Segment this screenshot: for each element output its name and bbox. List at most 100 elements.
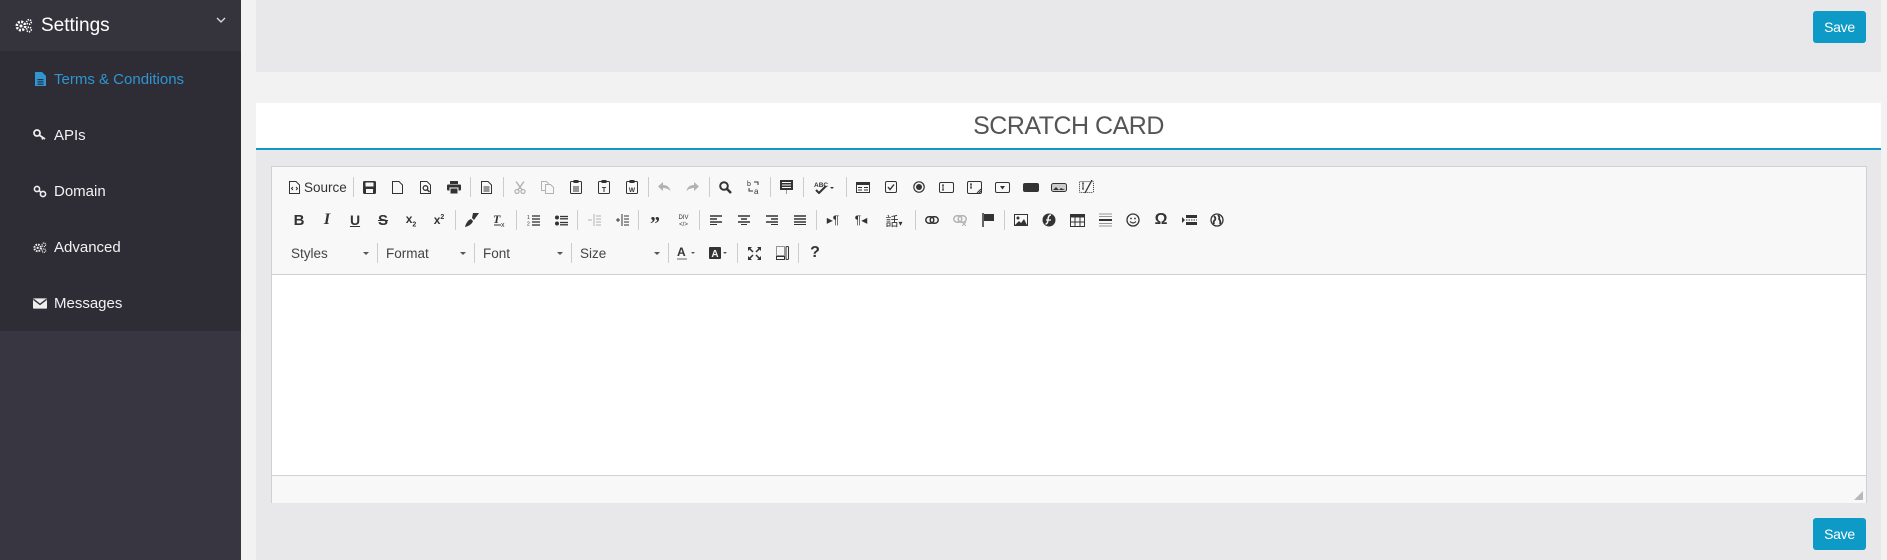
font-combo[interactable]: Font xyxy=(477,240,569,266)
superscript-button[interactable]: x2 xyxy=(425,207,453,233)
undo-button[interactable] xyxy=(651,174,679,200)
align-center-button[interactable] xyxy=(730,207,758,233)
underline-button[interactable]: U xyxy=(341,207,369,233)
textarea-button[interactable] xyxy=(961,174,989,200)
create-div-button[interactable]: DIV </> xyxy=(669,207,697,233)
unlink-button[interactable] xyxy=(946,207,974,233)
save-button-bottom[interactable]: Save xyxy=(1813,518,1866,550)
textfield-button[interactable] xyxy=(933,174,961,200)
blockquote-button[interactable]: ” xyxy=(641,207,669,234)
sidebar-header-title: Settings xyxy=(41,14,110,36)
templates-button[interactable] xyxy=(473,174,501,200)
paste-word-button[interactable]: W xyxy=(618,174,646,200)
page-break-icon xyxy=(1181,215,1197,225)
redo-button[interactable] xyxy=(679,174,707,200)
save-doc-button[interactable] xyxy=(356,174,384,200)
sidebar-item-label: APIs xyxy=(54,126,86,144)
print-button[interactable] xyxy=(440,174,468,200)
iframe-button[interactable] xyxy=(1203,207,1231,233)
background-color-dropdown[interactable]: A xyxy=(703,240,735,266)
italic-button[interactable]: I xyxy=(313,207,341,233)
toolbar-separator xyxy=(516,210,517,230)
horizontal-line-button[interactable] xyxy=(1091,207,1119,233)
image-button[interactable] xyxy=(1007,207,1035,233)
sidebar-item-messages[interactable]: Messages xyxy=(33,291,122,315)
sidebar-item-apis[interactable]: APIs xyxy=(33,123,86,147)
align-right-button[interactable] xyxy=(758,207,786,233)
strikethrough-button[interactable]: S xyxy=(369,207,397,233)
sidebar-item-domain[interactable]: Domain xyxy=(33,179,106,203)
link-button[interactable] xyxy=(918,207,946,233)
remove-format-button[interactable]: Tx xyxy=(486,207,514,233)
size-combo[interactable]: Size xyxy=(574,240,666,266)
sidebar-header-settings[interactable]: Settings xyxy=(0,0,241,51)
image-icon xyxy=(1014,214,1028,226)
rtl-button[interactable]: ¶◂ xyxy=(847,207,875,233)
increase-indent-button[interactable] xyxy=(608,207,636,233)
outdent-icon xyxy=(587,214,601,226)
replace-button[interactable]: ba xyxy=(740,174,768,200)
checkbox-button[interactable] xyxy=(877,174,905,200)
align-left-button[interactable] xyxy=(702,207,730,233)
editor-content-area[interactable] xyxy=(272,275,1866,476)
select-all-button[interactable]: I xyxy=(773,174,801,200)
show-blocks-button[interactable] xyxy=(768,240,796,266)
show-blocks-icon xyxy=(775,246,789,260)
source-label: Source xyxy=(304,179,347,195)
sidebar-item-advanced[interactable]: Advanced xyxy=(33,235,121,259)
div-icon: DIV </> xyxy=(677,213,690,227)
hidden-field-icon xyxy=(1078,180,1095,194)
decrease-indent-button[interactable] xyxy=(580,207,608,233)
help-button[interactable]: ? xyxy=(801,240,829,266)
bold-button[interactable]: B xyxy=(285,207,313,233)
paste-text-icon: T xyxy=(597,180,610,194)
find-button[interactable] xyxy=(712,174,740,200)
image-button-icon xyxy=(1050,182,1067,192)
gears-icon xyxy=(33,240,47,254)
form-button[interactable] xyxy=(849,174,877,200)
toolbar-separator xyxy=(352,177,354,197)
cut-button[interactable] xyxy=(506,174,534,200)
text-color-dropdown[interactable]: A xyxy=(671,240,703,266)
paste-button[interactable] xyxy=(562,174,590,200)
flash-icon xyxy=(1042,213,1056,227)
strikethrough-icon: S xyxy=(377,211,388,229)
page-break-button[interactable] xyxy=(1175,207,1203,233)
maximize-button[interactable] xyxy=(740,240,768,266)
special-char-button[interactable]: Ω xyxy=(1147,207,1175,233)
gears-icon xyxy=(15,18,33,33)
link-icon xyxy=(33,184,47,198)
paste-text-button[interactable]: T xyxy=(590,174,618,200)
chevron-down-icon xyxy=(363,251,369,255)
format-combo[interactable]: Format xyxy=(380,240,472,266)
toolbar-separator xyxy=(1004,210,1005,230)
rtl-icon: ¶◂ xyxy=(854,213,868,227)
copy-formatting-button[interactable] xyxy=(458,207,486,233)
new-page-button[interactable] xyxy=(384,174,412,200)
preview-button[interactable] xyxy=(412,174,440,200)
copy-button[interactable] xyxy=(534,174,562,200)
source-button[interactable]: Source xyxy=(285,174,351,200)
save-button-top[interactable]: Save xyxy=(1813,11,1866,43)
table-button[interactable] xyxy=(1063,207,1091,233)
anchor-button[interactable] xyxy=(974,207,1002,233)
bulleted-list-button[interactable] xyxy=(547,207,575,233)
ltr-button[interactable]: ▸¶ xyxy=(819,207,847,233)
svg-text:W: W xyxy=(629,187,636,194)
language-dropdown[interactable]: 話▾ xyxy=(875,207,913,233)
resize-handle-icon[interactable] xyxy=(1854,491,1863,500)
sidebar-item-terms-conditions[interactable]: Terms & Conditions xyxy=(33,67,184,91)
spellcheck-dropdown[interactable]: ABC xyxy=(806,174,844,200)
image-button-field-button[interactable] xyxy=(1045,174,1073,200)
radio-button[interactable] xyxy=(905,174,933,200)
styles-combo[interactable]: Styles xyxy=(285,240,375,266)
flash-button[interactable] xyxy=(1035,207,1063,233)
numbered-list-button[interactable]: 12 xyxy=(519,207,547,233)
subscript-button[interactable]: x2 xyxy=(397,207,425,233)
button-field-button[interactable] xyxy=(1017,174,1045,200)
select-field-button[interactable] xyxy=(989,174,1017,200)
justify-button[interactable] xyxy=(786,207,814,233)
hidden-field-button[interactable] xyxy=(1073,174,1101,200)
chevron-down-icon[interactable] xyxy=(216,17,226,26)
smiley-button[interactable] xyxy=(1119,207,1147,233)
